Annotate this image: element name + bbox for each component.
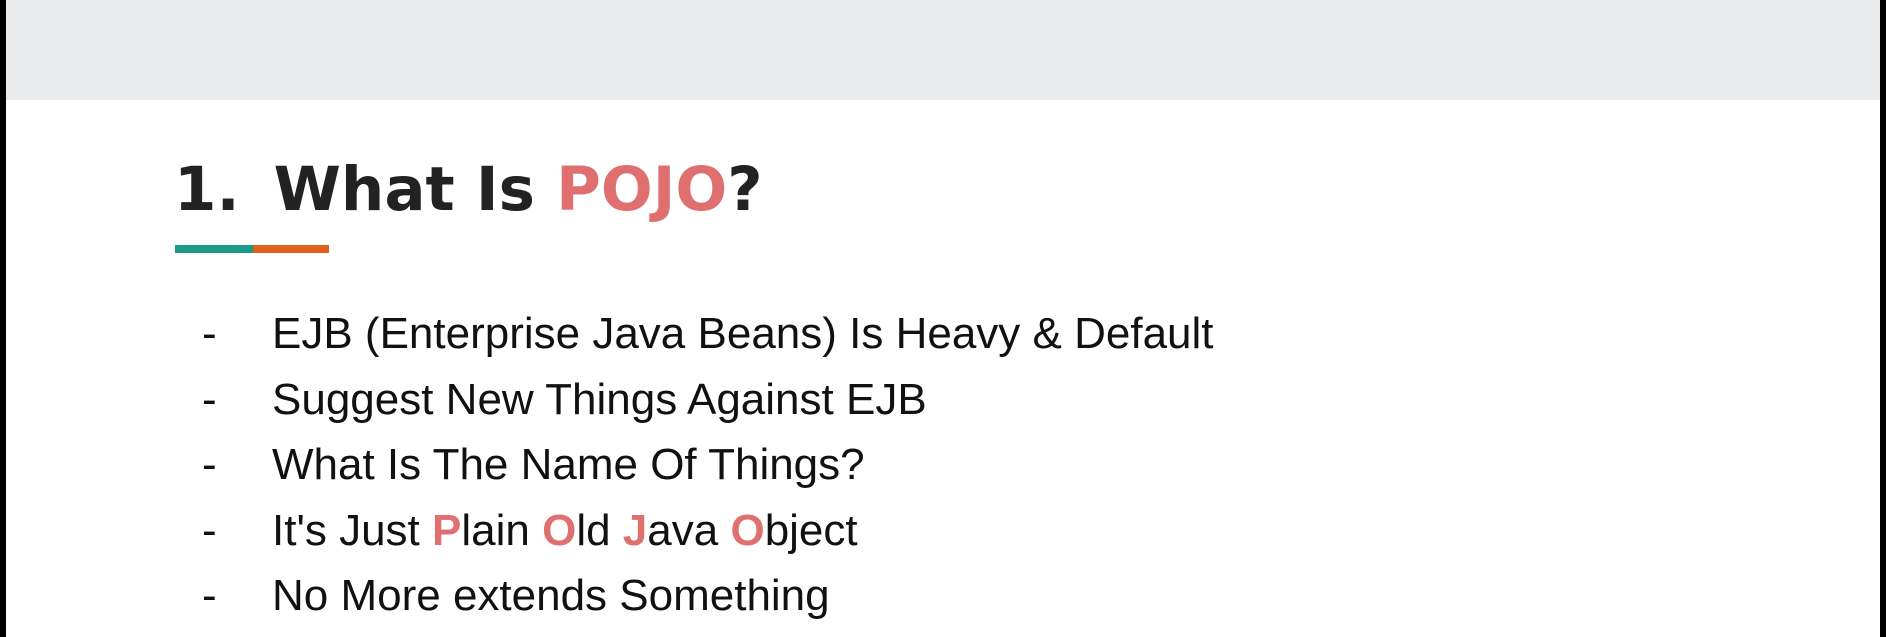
bullet-text-acronym: It's Just Plain Old Java Object [272,498,858,564]
acronym-letter-o: O [730,505,765,555]
acronym-part: bject [764,505,858,555]
acronym-letter-o: O [542,505,577,555]
bullet-list: - EJB (Enterprise Java Beans) Is Heavy &… [202,301,1214,629]
bullet-dash: - [202,571,217,620]
acronym-letter-j: J [622,505,648,555]
title-underline [175,245,329,253]
bullet-item: - No More extends Something [202,563,1214,629]
bullet-item: - Suggest New Things Against EJB [202,367,1214,433]
bullet-item: - What Is The Name Of Things? [202,432,1214,498]
acronym-part: lain [461,505,543,555]
bullet-dash: - [202,440,217,489]
slide: 1. What Is POJO? - EJB (Enterprise Java B… [6,0,1880,637]
title-suffix: ? [727,154,763,225]
acronym-part: ava [647,505,731,555]
bullet-text: What Is The Name Of Things? [272,440,865,489]
title-number: 1. [174,154,240,225]
bullet-text: EJB (Enterprise Java Beans) Is Heavy & D… [272,309,1214,358]
presentation-viewer: 1. What Is POJO? - EJB (Enterprise Java B… [0,0,1886,637]
bullet-item: - It's Just Plain Old Java Object [202,498,1214,564]
slide-title: 1. What Is POJO? [174,152,763,228]
slide-header-band [6,0,1880,100]
bullet-text: No More extends Something [272,571,830,620]
bullet-dash: - [202,309,217,358]
underline-orange-segment [253,245,329,253]
bullet-dash: - [202,374,217,424]
title-highlight: POJO [556,154,728,225]
bullet-text: Suggest New Things Against EJB [272,374,927,424]
acronym-letter-p: P [432,505,462,555]
title-prefix: What Is [273,154,535,225]
bullet-item: - EJB (Enterprise Java Beans) Is Heavy &… [202,301,1214,367]
bullet-dash: - [202,505,217,555]
underline-teal-segment [175,245,253,253]
acronym-part: It's Just [272,505,432,555]
acronym-part: ld [576,505,623,555]
